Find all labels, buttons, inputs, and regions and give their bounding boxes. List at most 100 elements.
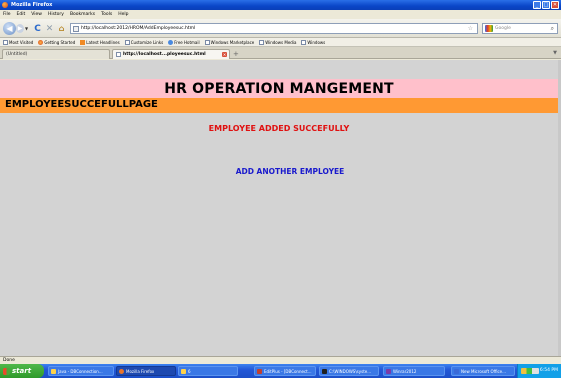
bookmark-windows-media[interactable]: Windows Media <box>259 39 297 45</box>
firefox-icon <box>2 2 8 8</box>
list-all-tabs-button[interactable]: ▼ <box>553 50 557 56</box>
browser-window: Mozilla Firefox _ □ ✕ File Edit View His… <box>0 0 561 378</box>
start-label: start <box>12 367 32 375</box>
page-content: HR OPERATION MANGEMENT EMPLOYEESUCCEFULL… <box>0 60 561 356</box>
close-icon[interactable]: ✕ <box>222 52 227 57</box>
tab-employee-success[interactable]: http://localhost...ployeesuc.html ✕ <box>112 49 230 59</box>
start-button[interactable]: start <box>0 364 44 378</box>
tab-label: (Untitled) <box>6 52 28 57</box>
page-icon <box>301 39 307 45</box>
taskbar-item-cmd[interactable]: C:\WINDOWS\syste... <box>319 366 379 376</box>
bookmarks-toolbar: Most Visited Getting Started Latest Head… <box>0 38 561 47</box>
navigation-toolbar: ◀ ▶ ▼ C ✕ ⌂ http://localhost:2012/HROM/A… <box>0 19 561 38</box>
bookmark-most-visited[interactable]: Most Visited <box>3 39 34 45</box>
taskbar-item-firefox[interactable]: Mozilla Firefox <box>116 366 176 376</box>
bookmark-label: Most Visited <box>9 39 34 45</box>
subheader-title: EMPLOYEESUCCEFULLPAGE <box>5 99 158 110</box>
close-button[interactable]: ✕ <box>551 1 559 9</box>
history-dropdown-button[interactable]: ▼ <box>24 22 29 35</box>
taskbar-item-folder[interactable]: 6 <box>178 366 238 376</box>
bookmark-label: Windows Media <box>265 39 297 45</box>
taskbar-item-java[interactable]: Java - DBConnection... <box>48 366 114 376</box>
taskbar: start Java - DBConnection... Mozilla Fir… <box>0 364 561 378</box>
clock: 6:54 PM <box>539 368 558 373</box>
window-title: Mozilla Firefox <box>11 2 53 8</box>
word-icon <box>454 368 459 374</box>
minimize-button[interactable]: _ <box>533 1 541 9</box>
page-icon <box>73 25 79 32</box>
ie-icon <box>168 39 174 45</box>
stop-icon: ✕ <box>45 23 54 34</box>
bookmark-free-hotmail[interactable]: Free Hotmail <box>168 39 200 45</box>
tab-label: http://localhost...ployeesuc.html <box>123 52 206 57</box>
menu-history[interactable]: History <box>48 12 64 17</box>
menu-tools[interactable]: Tools <box>101 12 112 17</box>
firefox-icon <box>119 368 124 374</box>
cmd-icon <box>322 368 327 374</box>
page-icon <box>124 39 130 45</box>
winrar-icon <box>386 368 391 374</box>
success-message: EMPLOYEE ADDED SUCCEFULLY <box>208 124 350 133</box>
forward-button[interactable]: ▶ <box>16 24 24 33</box>
new-tab-button[interactable]: + <box>233 50 239 58</box>
taskbar-item-label: Java - DBConnection... <box>58 368 103 374</box>
search-placeholder: Google <box>495 26 511 31</box>
page-title: HR OPERATION MANGEMENT <box>164 81 394 97</box>
taskbar-item-label: EditPlus - [DBConnect... <box>264 368 312 374</box>
google-icon[interactable] <box>485 25 493 32</box>
bookmark-label: Windows <box>307 39 326 45</box>
menu-help[interactable]: Help <box>118 12 128 17</box>
status-bar: Done <box>0 356 561 364</box>
page-subheader: EMPLOYEESUCCEFULLPAGE <box>0 98 558 113</box>
add-another-employee-link[interactable]: ADD ANOTHER EMPLOYEE <box>0 167 561 176</box>
search-icon[interactable]: ⌕ <box>551 25 554 33</box>
url-text[interactable]: http://localhost:2012/HROM/AddEmployeesu… <box>81 26 195 31</box>
bookmark-getting-started[interactable]: Getting Started <box>38 39 75 45</box>
address-bar[interactable]: http://localhost:2012/HROM/AddEmployeesu… <box>70 23 478 34</box>
menu-view[interactable]: View <box>31 12 42 17</box>
home-button[interactable]: ⌂ <box>57 22 66 35</box>
maximize-button[interactable]: □ <box>542 1 550 9</box>
taskbar-item-label: Mozilla Firefox <box>126 368 155 374</box>
menu-file[interactable]: File <box>3 12 11 17</box>
taskbar-item-label: Winrar2012 <box>393 368 417 374</box>
folder-icon <box>181 368 186 374</box>
bookmark-windows[interactable]: Windows <box>301 39 326 45</box>
bookmark-label: Latest Headlines <box>86 39 120 45</box>
java-icon <box>51 368 56 374</box>
menu-edit[interactable]: Edit <box>17 12 26 17</box>
bookmark-windows-marketplace[interactable]: Windows Marketplace <box>204 39 255 45</box>
menu-bookmarks[interactable]: Bookmarks <box>70 12 95 17</box>
tab-untitled[interactable]: (Untitled) <box>2 49 110 59</box>
taskbar-item-label: New Microsoft Office... <box>461 368 506 374</box>
taskbar-item-winrar[interactable]: Winrar2012 <box>383 366 445 376</box>
page-icon <box>259 39 265 45</box>
page-header: HR OPERATION MANGEMENT <box>0 79 558 98</box>
reload-icon: C <box>34 23 41 34</box>
page-icon <box>3 39 8 45</box>
windows-logo-icon <box>3 367 10 375</box>
search-input[interactable]: Google ⌕ <box>482 23 558 34</box>
bookmark-customize-links[interactable]: Customize Links <box>124 39 163 45</box>
chevron-down-icon: ▼ <box>24 26 29 31</box>
back-button[interactable]: ◀ <box>3 22 16 35</box>
stop-button[interactable]: ✕ <box>45 22 54 35</box>
bookmark-latest-headlines[interactable]: Latest Headlines <box>80 39 120 45</box>
tray-icons[interactable] <box>521 368 539 374</box>
bookmark-star-icon[interactable]: ☆ <box>468 25 473 32</box>
firefox-icon <box>38 39 44 45</box>
taskbar-item-office[interactable]: New Microsoft Office... <box>451 366 515 376</box>
page-icon <box>204 39 210 45</box>
title-bar: Mozilla Firefox _ □ ✕ <box>0 0 561 10</box>
bookmark-label: Windows Marketplace <box>210 39 255 45</box>
status-text: Done <box>3 358 15 363</box>
home-icon: ⌂ <box>58 24 65 33</box>
taskbar-item-editplus[interactable]: EditPlus - [DBConnect... <box>254 366 316 376</box>
back-arrow-icon: ◀ <box>6 24 13 33</box>
reload-button[interactable]: C <box>33 22 42 35</box>
rss-icon <box>80 39 86 45</box>
taskbar-item-label: 6 <box>188 368 191 374</box>
taskbar-item-label: C:\WINDOWS\syste... <box>329 368 372 374</box>
tab-strip: (Untitled) http://localhost...ployeesuc.… <box>0 47 561 59</box>
forward-arrow-icon: ▶ <box>17 25 23 32</box>
